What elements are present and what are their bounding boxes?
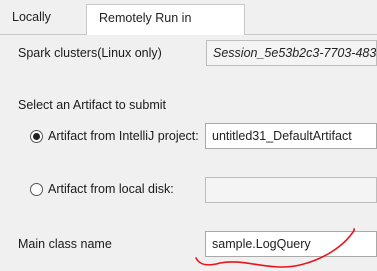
- tab-remotely-run-in-cluster[interactable]: Remotely Run in Cluster: [86, 4, 245, 52]
- tab-bar: Locally Run Remotely Run in Cluster: [0, 0, 377, 52]
- tab-locally-run[interactable]: Locally Run: [0, 4, 86, 51]
- spark-cluster-field[interactable]: Session_5e53b2c3-7703-483d-87: [206, 40, 377, 66]
- radio-selected-dot: [33, 133, 40, 140]
- artifact-from-local-disk-radio[interactable]: [30, 183, 43, 196]
- spark-clusters-label: Spark clusters(Linux only): [18, 46, 162, 60]
- artifact-from-local-disk-label[interactable]: Artifact from local disk:: [48, 182, 174, 196]
- select-artifact-label: Select an Artifact to submit: [18, 98, 166, 112]
- project-artifact-select[interactable]: untitled31_DefaultArtifact: [205, 123, 377, 149]
- main-class-name-input[interactable]: sample.LogQuery: [205, 231, 377, 257]
- cluster-settings-panel: Spark clusters(Linux only) Session_5e53b…: [0, 35, 377, 271]
- artifact-from-project-radio[interactable]: [30, 130, 43, 143]
- local-artifact-path-field[interactable]: [205, 177, 377, 203]
- artifact-from-project-label[interactable]: Artifact from IntelliJ project:: [48, 129, 199, 143]
- main-class-name-label: Main class name: [18, 237, 112, 251]
- run-configuration-panel: Spark clusters(Linux only) Session_5e53b…: [0, 35, 377, 271]
